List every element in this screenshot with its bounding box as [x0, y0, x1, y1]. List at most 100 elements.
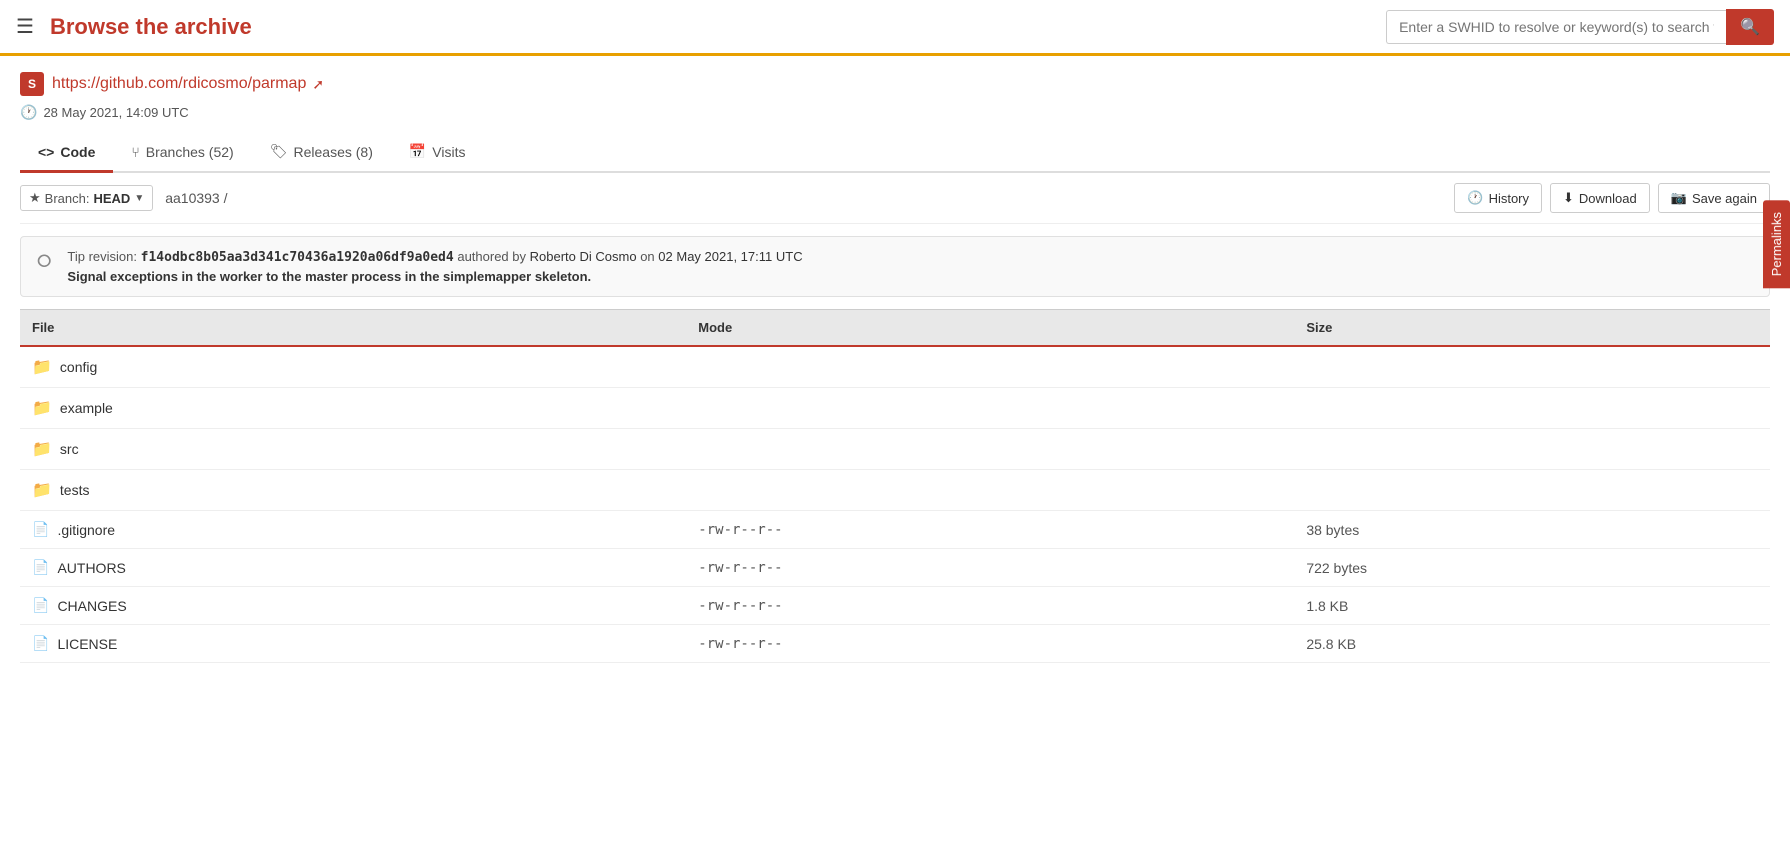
calendar-icon: 📅	[409, 143, 426, 160]
branch-bar: ★ Branch: HEAD ▼ aa10393 / 🕐 History ⬇ D…	[20, 173, 1770, 224]
star-icon: ★	[29, 190, 41, 206]
tab-branches-label: Branches (52)	[146, 144, 234, 160]
branch-right: 🕐 History ⬇ Download 📷 Save again	[1454, 183, 1770, 213]
file-name-cell: 📁 config	[20, 346, 686, 388]
tab-code[interactable]: <> Code	[20, 133, 113, 173]
table-row: 📄 LICENSE -rw-r--r-- 25.8 KB	[20, 625, 1770, 663]
branch-icon: ⑂	[131, 144, 139, 160]
history-button[interactable]: 🕐 History	[1454, 183, 1542, 213]
download-label: Download	[1579, 191, 1637, 206]
file-size	[1294, 388, 1770, 429]
file-size: 722 bytes	[1294, 549, 1770, 587]
file-name-cell: 📄 LICENSE	[20, 625, 686, 663]
file-size	[1294, 429, 1770, 470]
repo-timestamp: 28 May 2021, 14:09 UTC	[43, 105, 188, 120]
file-link[interactable]: AUTHORS	[57, 560, 125, 576]
col-file: File	[20, 310, 686, 347]
file-name-cell: 📁 src	[20, 429, 686, 470]
navbar: ☰ Browse the archive 🔍	[0, 0, 1790, 56]
file-mode	[686, 470, 1294, 511]
tag-icon: 🏷	[270, 143, 288, 160]
timestamp-row: 🕐 28 May 2021, 14:09 UTC	[20, 104, 1770, 121]
table-row: 📄 .gitignore -rw-r--r-- 38 bytes	[20, 511, 1770, 549]
tip-revision-label: Tip revision:	[67, 249, 137, 264]
history-icon: 🕐	[1467, 190, 1483, 206]
file-size: 38 bytes	[1294, 511, 1770, 549]
camera-icon: 📷	[1671, 190, 1687, 206]
on-label: on	[640, 249, 654, 264]
file-link[interactable]: example	[60, 400, 113, 416]
folder-icon: 📁	[32, 439, 52, 459]
file-mode: -rw-r--r--	[686, 549, 1294, 587]
hamburger-icon[interactable]: ☰	[16, 14, 34, 39]
table-row: 📁 example	[20, 388, 1770, 429]
commit-details: Tip revision: f14odbc8b05aa3d341c70436a1…	[67, 249, 1753, 284]
code-icon: <>	[38, 144, 54, 160]
tab-branches[interactable]: ⑂ Branches (52)	[113, 133, 251, 173]
file-mode: -rw-r--r--	[686, 587, 1294, 625]
file-link[interactable]: config	[60, 359, 97, 375]
col-mode: Mode	[686, 310, 1294, 347]
commit-line1: Tip revision: f14odbc8b05aa3d341c70436a1…	[67, 249, 1753, 265]
file-table: File Mode Size 📁 config 📁 example	[20, 309, 1770, 663]
branch-label: Branch:	[45, 191, 90, 206]
commit-node-icon: ⭘	[37, 251, 51, 272]
table-row: 📄 CHANGES -rw-r--r-- 1.8 KB	[20, 587, 1770, 625]
save-again-label: Save again	[1692, 191, 1757, 206]
search-button[interactable]: 🔍	[1726, 9, 1774, 45]
tab-releases-label: Releases (8)	[293, 144, 372, 160]
authored-by-label: authored by	[457, 249, 526, 264]
col-size: Size	[1294, 310, 1770, 347]
permalinks-sidebar[interactable]: Permalinks	[1763, 200, 1790, 288]
table-row: 📄 AUTHORS -rw-r--r-- 722 bytes	[20, 549, 1770, 587]
repo-url[interactable]: https://github.com/rdicosmo/parmap	[52, 75, 306, 93]
file-size	[1294, 346, 1770, 388]
file-icon: 📄	[32, 559, 49, 576]
file-link[interactable]: tests	[60, 482, 90, 498]
chevron-down-icon: ▼	[134, 193, 144, 204]
file-size: 25.8 KB	[1294, 625, 1770, 663]
tab-visits[interactable]: 📅 Visits	[391, 133, 484, 173]
search-input[interactable]	[1386, 10, 1726, 44]
file-mode	[686, 346, 1294, 388]
table-row: 📁 config	[20, 346, 1770, 388]
download-button[interactable]: ⬇ Download	[1550, 183, 1650, 213]
file-link[interactable]: src	[60, 441, 79, 457]
commit-date: 02 May 2021, 17:11 UTC	[658, 249, 802, 264]
commit-hash[interactable]: f14odbc8b05aa3d341c70436a1920a06df9a0ed4	[141, 250, 454, 265]
breadcrumb-path: aa10393 /	[165, 190, 227, 206]
file-size: 1.8 KB	[1294, 587, 1770, 625]
file-mode: -rw-r--r--	[686, 511, 1294, 549]
table-row: 📁 tests	[20, 470, 1770, 511]
commit-info: ⭘ Tip revision: f14odbc8b05aa3d341c70436…	[20, 236, 1770, 297]
file-mode	[686, 429, 1294, 470]
file-link[interactable]: CHANGES	[57, 598, 126, 614]
swh-icon: S	[20, 72, 44, 96]
folder-icon: 📁	[32, 480, 52, 500]
file-name-cell: 📁 example	[20, 388, 686, 429]
folder-icon: 📁	[32, 357, 52, 377]
file-name-cell: 📄 CHANGES	[20, 587, 686, 625]
file-link[interactable]: .gitignore	[57, 522, 115, 538]
app-title: Browse the archive	[50, 14, 1386, 40]
tab-releases[interactable]: 🏷 Releases (8)	[252, 133, 391, 173]
tab-visits-label: Visits	[432, 144, 465, 160]
branch-left: ★ Branch: HEAD ▼ aa10393 /	[20, 185, 228, 211]
file-name-cell: 📄 .gitignore	[20, 511, 686, 549]
search-bar: 🔍	[1386, 9, 1774, 45]
repo-link-row: S https://github.com/rdicosmo/parmap ➚	[20, 72, 1770, 96]
branch-name: HEAD	[93, 191, 130, 206]
save-again-button[interactable]: 📷 Save again	[1658, 183, 1770, 213]
download-icon: ⬇	[1563, 190, 1574, 206]
file-name-cell: 📄 AUTHORS	[20, 549, 686, 587]
file-link[interactable]: LICENSE	[57, 636, 117, 652]
tab-code-label: Code	[60, 144, 95, 160]
history-label: History	[1489, 191, 1529, 206]
external-link-icon: ➚	[312, 76, 324, 93]
commit-message: Signal exceptions in the worker to the m…	[67, 269, 1753, 284]
branch-selector[interactable]: ★ Branch: HEAD ▼	[20, 185, 153, 211]
table-row: 📁 src	[20, 429, 1770, 470]
table-header-row: File Mode Size	[20, 310, 1770, 347]
file-mode: -rw-r--r--	[686, 625, 1294, 663]
file-icon: 📄	[32, 521, 49, 538]
